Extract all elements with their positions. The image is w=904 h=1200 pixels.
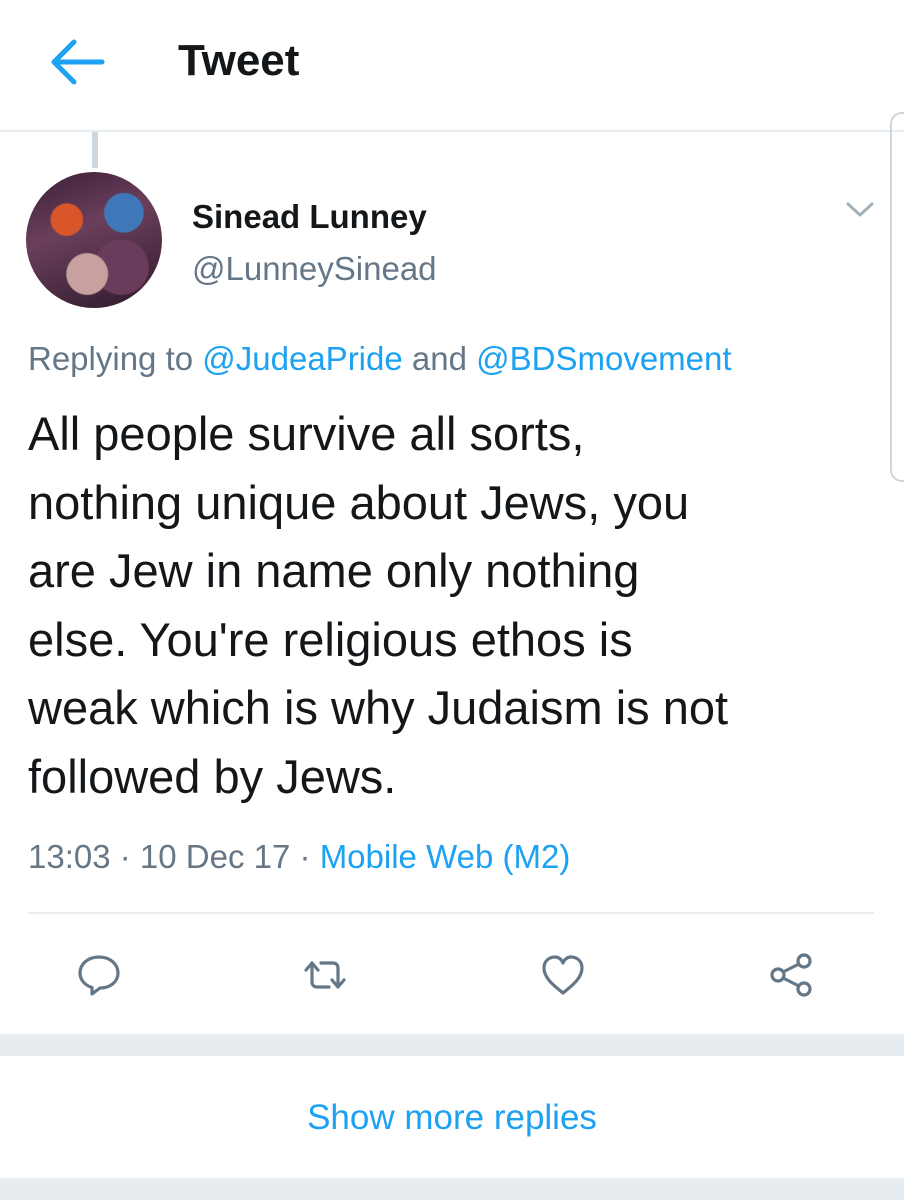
- tweet-meta: 13:03 · 10 Dec 17 · Mobile Web (M2): [28, 838, 570, 876]
- tweet-date: 10 Dec 17: [139, 838, 291, 875]
- like-button[interactable]: [538, 950, 588, 1000]
- chevron-down-icon: [846, 202, 874, 217]
- meta-separator: ·: [290, 838, 320, 875]
- retweet-icon: [304, 961, 346, 989]
- top-app-bar: Tweet: [0, 0, 904, 132]
- retweet-button[interactable]: [300, 950, 350, 1000]
- page-title: Tweet: [178, 36, 300, 85]
- more-options-button[interactable]: [842, 194, 878, 224]
- avatar[interactable]: [26, 172, 162, 308]
- mention-link-bdsmovement[interactable]: @BDSmovement: [476, 340, 731, 377]
- replying-to-label: Replying to: [28, 340, 203, 377]
- and-label: and: [402, 340, 477, 377]
- section-separator: [0, 1034, 904, 1056]
- replying-to-line: Replying to @JudeaPride and @BDSmovement: [28, 340, 732, 378]
- arrow-left-icon: [51, 39, 105, 85]
- thread-connector-line: [92, 132, 98, 168]
- divider: [28, 912, 874, 914]
- share-icon: [770, 953, 812, 997]
- reply-button[interactable]: [74, 950, 124, 1000]
- reply-icon: [78, 955, 120, 996]
- section-separator: [0, 1178, 904, 1200]
- share-button[interactable]: [766, 950, 816, 1000]
- back-button[interactable]: [44, 34, 110, 90]
- show-more-replies-button[interactable]: Show more replies: [0, 1058, 904, 1178]
- author-name[interactable]: Sinead Lunney: [192, 198, 427, 236]
- heart-icon: [542, 955, 584, 995]
- mention-link-judeapride[interactable]: @JudeaPride: [202, 340, 402, 377]
- author-handle[interactable]: @LunneySinead: [192, 250, 437, 288]
- tweet-source-link[interactable]: Mobile Web (M2): [320, 838, 571, 875]
- scrollbar[interactable]: [890, 112, 904, 482]
- meta-separator: ·: [110, 838, 140, 875]
- tweet-text: All people survive all sorts, nothing un…: [28, 407, 729, 803]
- tweet-time: 13:03: [28, 838, 111, 875]
